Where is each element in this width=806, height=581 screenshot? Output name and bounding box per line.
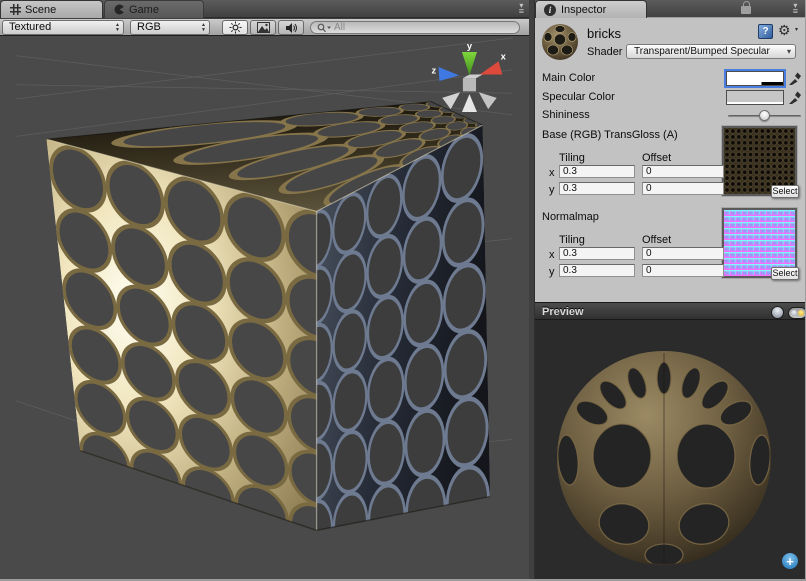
specular-color-alpha-bar [727,102,783,104]
shininess-label: Shininess [542,109,590,121]
render-mode-dropdown[interactable]: Textured ▲▼ [2,20,124,35]
scene-toolbar: Textured ▲▼ RGB ▲▼ [0,19,529,36]
render-mode-value: Textured [9,21,51,33]
light-on-dot-icon [798,310,804,316]
main-color-alpha-bar [727,82,783,85]
base-tiling-x-input[interactable] [559,165,635,178]
skybox-toggle-button[interactable] [250,20,276,35]
sun-icon [229,21,242,34]
inspector-info-icon [544,4,556,16]
image-icon [257,22,270,33]
gizmo-neg-cone[interactable] [479,92,497,109]
inspector-panel-menu-icon[interactable]: ▾≡ [793,3,799,15]
channel-mode-value: RGB [137,21,161,33]
offset-header: Offset [642,152,671,164]
channel-mode-dropdown[interactable]: RGB ▲▼ [130,20,210,35]
normal-tiling-y-input[interactable] [559,264,635,277]
shader-value: Transparent/Bumped Specular [634,46,770,57]
main-color-swatch[interactable] [726,71,784,86]
normal-offset-x-input[interactable] [642,247,724,260]
search-input[interactable] [334,22,494,33]
gizmo-x-cone[interactable] [480,61,503,74]
scene-viewport[interactable]: y x z [0,36,529,581]
gizmo-y-label: y [467,41,473,51]
offset-header: Offset [642,234,671,246]
tiling-header: Tiling [559,234,585,246]
audio-toggle-button[interactable] [278,20,304,35]
inspector-tabbar: Inspector ▾≡ [535,0,806,18]
preview-mesh-button[interactable] [771,306,784,319]
main-color-label: Main Color [542,72,595,84]
tiling-header: Tiling [559,152,585,164]
gizmo-z-label: z [431,66,436,76]
gizmo-center-cube[interactable] [463,78,476,91]
gizmo-neg-cone[interactable] [462,94,477,112]
normal-map-select-button[interactable]: Select [771,267,799,280]
specular-color-label: Specular Color [542,91,615,103]
shininess-slider-thumb[interactable] [759,110,770,121]
scene-tabbar: Scene Game ▾≡ [0,0,529,18]
dropdown-arrows-icon: ▲▼ [115,23,120,33]
preview-title: Preview [542,306,584,318]
row-y-label: y [549,266,555,278]
scene-grid-icon [10,4,21,15]
lighting-toggle-button[interactable] [222,20,248,35]
help-icon[interactable] [758,24,773,39]
specular-color-swatch[interactable] [726,90,784,105]
row-x-label: x [549,249,555,261]
scene-panel-menu-icon[interactable]: ▾≡ [519,3,525,15]
gizmo-y-cone[interactable] [462,52,477,75]
inspector-panel: Inspector ▾≡ bricks Shader [534,0,806,581]
tab-scene-label: Scene [25,4,56,16]
material-preview-sphere[interactable] [535,320,806,581]
preview-add-button[interactable] [782,553,798,569]
base-offset-x-input[interactable] [642,165,724,178]
tab-game[interactable]: Game [104,0,204,18]
preview-lighting-button[interactable] [788,307,806,319]
tab-game-label: Game [129,4,159,16]
scene-3d-view: y x z [0,36,529,581]
scene-panel: Scene Game ▾≡ Textured ▲▼ RGB ▲▼ [0,0,529,581]
base-offset-y-input[interactable] [642,182,724,195]
shader-label: Shader [587,46,622,58]
gizmo-x-label: x [501,51,507,61]
scene-search-field[interactable] [310,21,520,34]
base-tiling-y-input[interactable] [559,182,635,195]
base-map-label: Base (RGB) TransGloss (A) [542,129,678,141]
eyedropper-icon[interactable] [788,71,801,86]
light-off-dot-icon [791,310,797,316]
shader-dropdown[interactable]: Transparent/Bumped Specular [626,44,796,59]
eyedropper-icon[interactable] [788,90,801,105]
row-y-label: y [549,184,555,196]
unity-editor-window: Scene Game ▾≡ Textured ▲▼ RGB ▲▼ [0,0,806,581]
row-x-label: x [549,167,555,179]
tab-scene[interactable]: Scene [0,0,103,18]
gear-icon[interactable]: ▾ [778,22,796,39]
base-map-select-button[interactable]: Select [771,185,799,198]
speaker-icon [285,22,298,34]
normal-tiling-x-input[interactable] [559,247,635,260]
gizmo-z-cone[interactable] [439,67,460,81]
material-name: bricks [587,26,621,41]
orientation-gizmo[interactable]: y x z [431,41,506,112]
preview-header: Preview [535,302,806,320]
normal-offset-y-input[interactable] [642,264,724,277]
material-ball-icon [540,22,580,62]
preview-area[interactable] [535,320,806,581]
search-icon [317,23,331,33]
normal-map-label: Normalmap [542,211,599,223]
game-icon [114,4,125,15]
lock-icon[interactable] [741,6,751,14]
tab-inspector[interactable]: Inspector [535,0,647,18]
dropdown-arrows-icon: ▲▼ [201,23,206,33]
tab-inspector-label: Inspector [561,4,606,16]
scene-cube[interactable] [46,101,492,564]
